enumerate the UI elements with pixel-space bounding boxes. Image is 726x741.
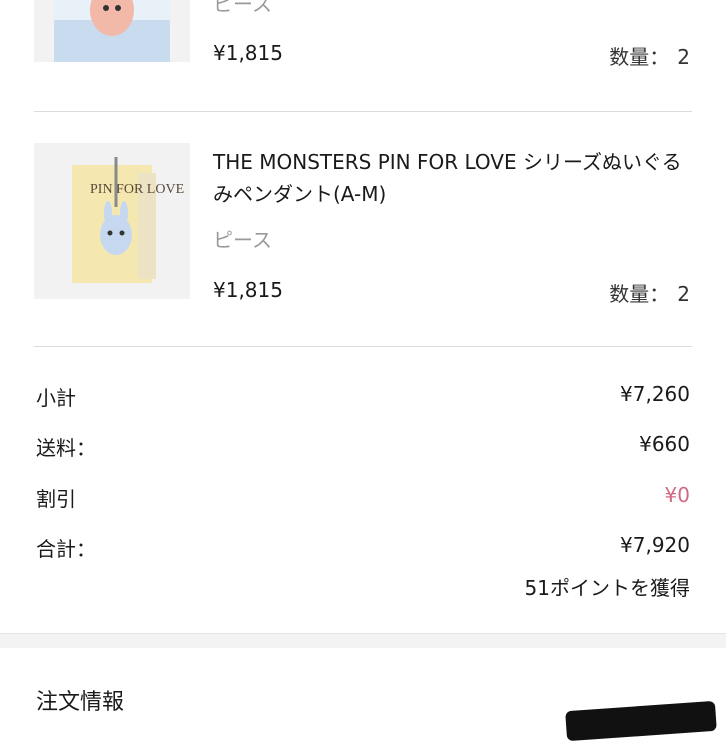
section-separator [0, 633, 726, 648]
total-label: 合計： [36, 537, 96, 561]
discount-value: ¥0 [664, 483, 690, 507]
points-earned: 51ポイントを獲得 [524, 576, 690, 600]
item-2-quantity: 数量： 2 [609, 278, 690, 307]
item-1-quantity: 数量： 2 [609, 41, 690, 70]
item-2-name[interactable]: THE MONSTERS PIN FOR LOVE シリーズぬいぐるみペンダント… [213, 146, 693, 210]
order-info-title: 注文情報 [36, 690, 125, 715]
shipping-label: 送料： [36, 436, 96, 460]
shipping-value: ¥660 [639, 432, 690, 456]
quantity-value: 2 [677, 45, 690, 69]
subtotal-value: ¥7,260 [620, 382, 690, 406]
product-image-2[interactable]: PIN FOR LOVE [34, 143, 190, 299]
item-1-unit: ピース [213, 0, 272, 16]
quantity-label: 数量： [609, 45, 670, 69]
product-box-illustration: PIN FOR LOVE [72, 157, 184, 283]
item-2-price: ¥1,815 [213, 278, 283, 302]
item-1-price: ¥1,815 [213, 41, 283, 65]
item-2-unit: ピース [213, 228, 272, 252]
redaction-mark [565, 700, 717, 741]
product-box-illustration [54, 0, 170, 62]
discount-label: 割引 [36, 487, 76, 511]
product-image-1[interactable] [34, 0, 190, 62]
summary-divider [34, 346, 692, 347]
quantity-label: 数量： [609, 282, 670, 306]
package-text: PIN FOR LOVE [90, 182, 184, 197]
subtotal-label: 小計 [36, 386, 76, 410]
total-value: ¥7,920 [620, 533, 690, 557]
quantity-value: 2 [677, 282, 690, 306]
item-divider [34, 111, 692, 112]
